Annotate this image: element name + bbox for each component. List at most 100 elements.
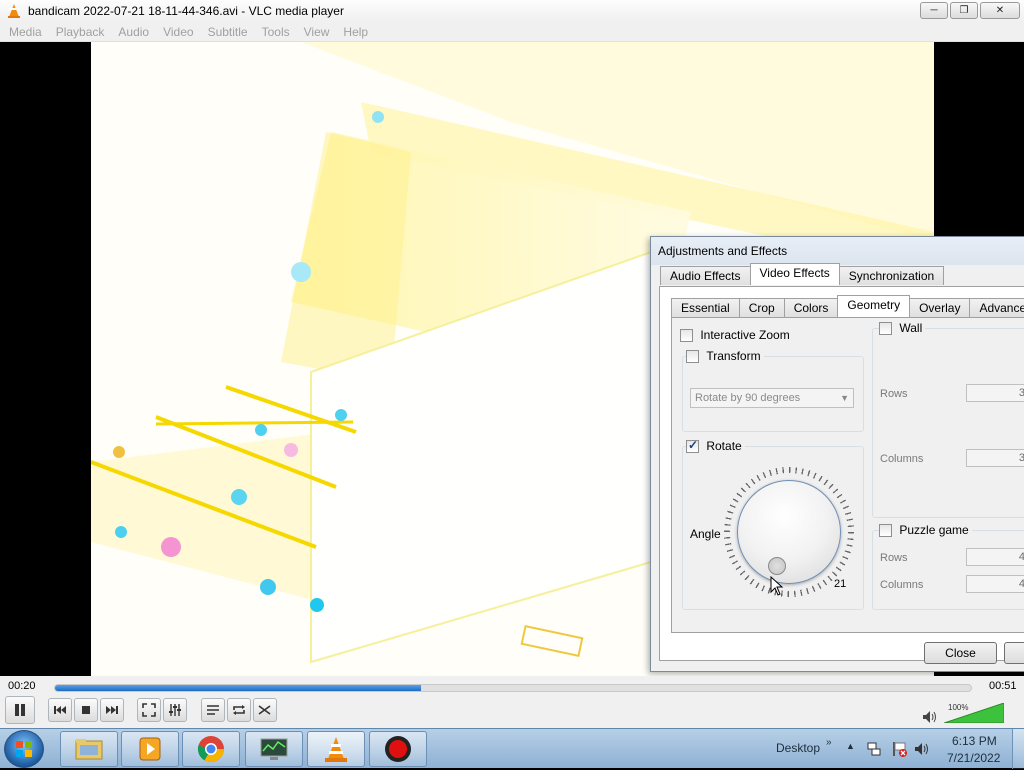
clock-date[interactable]: 7/21/2022 <box>947 751 1000 765</box>
geometry-pane: Interactive Zoom Transform Rotate by 90 … <box>671 317 1024 633</box>
dialog-title: Adjustments and Effects <box>651 237 1024 265</box>
minimize-button[interactable]: ─ <box>920 2 948 19</box>
network-icon[interactable] <box>866 741 882 757</box>
interactive-zoom-checkbox[interactable] <box>680 329 693 343</box>
shuffle-icon <box>258 705 271 715</box>
subtab-colors[interactable]: Colors <box>783 298 839 317</box>
folder-icon <box>75 739 103 760</box>
angle-label: Angle <box>690 527 721 541</box>
vlc-app-icon <box>8 4 20 18</box>
transform-select-value: Rotate by 90 degrees <box>695 392 801 404</box>
tab-audio-effects[interactable]: Audio Effects <box>660 266 751 285</box>
loop-button[interactable] <box>227 698 251 722</box>
angle-value: 21 <box>834 578 847 590</box>
pause-button[interactable] <box>5 696 35 724</box>
puzzle-group <box>872 530 1024 610</box>
start-button[interactable] <box>4 730 44 768</box>
window-title: bandicam 2022-07-21 18-11-44-346.avi - V… <box>28 4 344 18</box>
clock-time[interactable]: 6:13 PM <box>952 734 997 748</box>
playback-controls: 00:20 00:51 100% <box>0 676 1024 728</box>
wall-rows-label: Rows <box>880 388 908 400</box>
menu-video[interactable]: Video <box>156 25 200 39</box>
next-button[interactable] <box>100 698 124 722</box>
previous-button[interactable] <box>48 698 72 722</box>
subtab-essential[interactable]: Essential <box>671 298 740 317</box>
show-desktop-button[interactable] <box>1012 729 1024 769</box>
wall-checkbox[interactable] <box>879 322 892 336</box>
subtab-geometry[interactable]: Geometry <box>837 295 911 317</box>
wall-group <box>872 328 1024 518</box>
menu-tools[interactable]: Tools <box>255 25 297 39</box>
playlist-button[interactable] <box>201 698 225 722</box>
menu-subtitle[interactable]: Subtitle <box>201 25 255 39</box>
puzzle-columns-input[interactable]: 4 <box>966 575 1024 593</box>
maximize-button[interactable]: ❐ <box>950 2 978 19</box>
menu-help[interactable]: Help <box>336 25 375 39</box>
menu-playback[interactable]: Playback <box>49 25 112 39</box>
action-center-flag-icon[interactable] <box>890 740 908 758</box>
transform-select[interactable]: Rotate by 90 degrees ▼ <box>690 388 854 408</box>
volume-tray-icon[interactable] <box>914 741 930 757</box>
playlist-icon <box>207 705 219 715</box>
loop-icon <box>233 705 245 715</box>
taskbar-explorer[interactable] <box>60 731 118 767</box>
taskbar-media-player[interactable] <box>121 731 179 767</box>
stop-button[interactable] <box>74 698 98 722</box>
menu-media[interactable]: Media <box>2 25 49 39</box>
puzzle-rows-input[interactable]: 4 <box>966 548 1024 566</box>
close-window-button[interactable]: ✕ <box>980 2 1020 19</box>
subtab-advanced[interactable]: Advanced <box>969 298 1024 317</box>
adjustments-dialog: Adjustments and Effects Audio Effects Vi… <box>650 236 1024 672</box>
subtab-crop[interactable]: Crop <box>738 298 785 317</box>
puzzle-columns-label: Columns <box>880 579 924 591</box>
close-button[interactable]: Close <box>924 642 997 664</box>
equalizer-icon <box>169 704 181 716</box>
transform-checkbox[interactable] <box>686 350 699 364</box>
total-time: 00:51 <box>989 680 1017 692</box>
extended-settings-button[interactable] <box>163 698 187 722</box>
show-hidden-icons-icon[interactable]: ▲ <box>846 741 855 751</box>
rotate-checkbox[interactable] <box>686 438 699 454</box>
windows-logo-icon <box>16 741 32 757</box>
tab-video-effects[interactable]: Video Effects <box>749 263 840 285</box>
subtab-overlay[interactable]: Overlay <box>909 298 971 317</box>
elapsed-time: 00:20 <box>8 680 36 692</box>
pause-icon <box>15 704 25 716</box>
chevron-down-icon: ▼ <box>840 393 849 403</box>
shuffle-button[interactable] <box>253 698 277 722</box>
puzzle-checkbox[interactable] <box>879 524 892 538</box>
volume-slider[interactable] <box>944 703 1004 723</box>
wall-columns-input[interactable]: 3 <box>966 449 1024 467</box>
window-titlebar: bandicam 2022-07-21 18-11-44-346.avi - V… <box>0 0 1024 22</box>
chrome-icon <box>197 736 225 763</box>
record-icon <box>385 736 411 762</box>
skip-back-icon <box>54 706 66 714</box>
menu-view[interactable]: View <box>297 25 337 39</box>
speaker-icon[interactable] <box>922 710 938 724</box>
taskbar-vlc[interactable] <box>307 731 365 767</box>
rotate-label: Rotate <box>706 439 742 453</box>
angle-dial-handle[interactable] <box>768 557 786 575</box>
save-button[interactable] <box>1004 642 1024 664</box>
tab-synchronization[interactable]: Synchronization <box>838 266 945 285</box>
double-chevron-icon[interactable]: » <box>826 737 832 748</box>
transform-label: Transform <box>706 349 761 363</box>
monitor-icon <box>260 738 288 760</box>
taskbar-bandicam[interactable] <box>369 731 427 767</box>
taskbar-task-manager[interactable] <box>245 731 303 767</box>
puzzle-rows-label: Rows <box>880 552 908 564</box>
desktop-toolbar-label[interactable]: Desktop <box>776 741 820 755</box>
media-player-icon <box>139 737 161 761</box>
seek-bar[interactable] <box>54 684 972 692</box>
taskbar-chrome[interactable] <box>182 731 240 767</box>
puzzle-label: Puzzle game <box>899 523 969 537</box>
taskbar: Desktop » ▲ 6:13 PM 7/21/2022 <box>0 728 1024 769</box>
menu-audio[interactable]: Audio <box>111 25 156 39</box>
mouse-cursor-icon <box>770 576 784 596</box>
wall-rows-input[interactable]: 3 <box>966 384 1024 402</box>
fullscreen-button[interactable] <box>137 698 161 722</box>
wall-columns-label: Columns <box>880 453 924 465</box>
menu-bar: Media Playback Audio Video Subtitle Tool… <box>0 22 1024 42</box>
wall-label: Wall <box>899 321 923 335</box>
angle-dial[interactable] <box>737 480 841 584</box>
